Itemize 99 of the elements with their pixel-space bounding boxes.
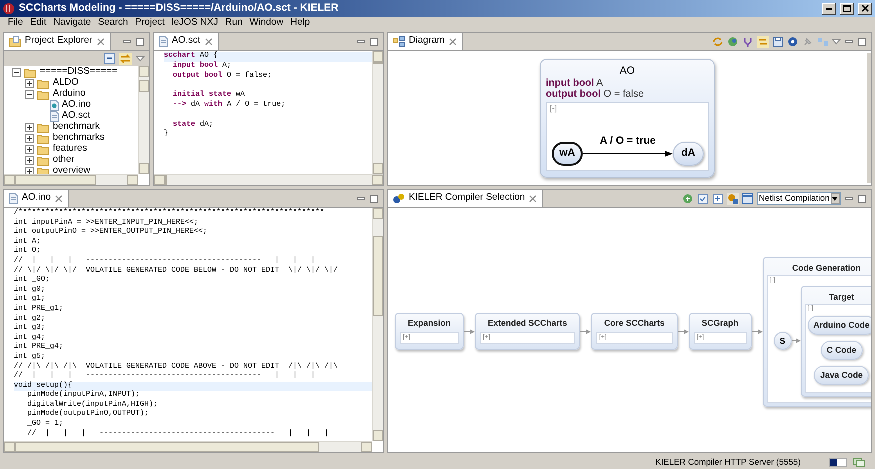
arrow xyxy=(752,328,763,334)
collapse-all-icon[interactable] xyxy=(104,53,115,64)
arrow xyxy=(678,328,689,334)
stage-title: Core SCCharts xyxy=(603,318,666,329)
close-icon[interactable] xyxy=(55,194,64,202)
menu-item[interactable]: Edit xyxy=(30,16,47,31)
vertical-scrollbar[interactable] xyxy=(867,53,871,183)
tab-label: Diagram xyxy=(409,34,445,48)
stage-title: SCGraph xyxy=(700,318,740,329)
collapse-toggle[interactable]: [-] xyxy=(550,104,558,114)
tab-label: Project Explorer xyxy=(25,34,93,48)
view-tab[interactable]: Diagram xyxy=(388,33,463,50)
dropdown-arrow-icon xyxy=(832,196,838,200)
window-title: SCCharts Modeling - =====DISS=====/Arduino/AO.sct - KIELER xyxy=(19,0,340,16)
menu-item[interactable]: Project xyxy=(135,16,165,31)
collapse-icon[interactable] xyxy=(25,90,34,99)
close-icon[interactable] xyxy=(96,38,105,46)
horizontal-scrollbar[interactable] xyxy=(4,441,372,452)
vertical-scrollbar[interactable] xyxy=(138,66,149,174)
maximize-icon[interactable] xyxy=(369,36,379,46)
folder-icon xyxy=(37,134,50,144)
window-icon[interactable] xyxy=(742,192,754,204)
stage-title: Expansion xyxy=(407,318,452,329)
horizontal-scrollbar[interactable] xyxy=(4,174,138,185)
declaration: output bool O = false xyxy=(546,89,646,100)
fork-icon[interactable] xyxy=(742,36,754,48)
expand-icon[interactable] xyxy=(25,145,34,154)
tab-label: AO.sct xyxy=(172,34,201,48)
menu-item[interactable]: leJOS NXJ xyxy=(172,16,218,31)
minimize-window-icon xyxy=(826,8,832,10)
vertical-scrollbar[interactable] xyxy=(372,51,383,174)
chart-name: AO xyxy=(618,64,636,78)
target-option[interactable]: Java Code xyxy=(814,366,870,384)
maximize-window-icon xyxy=(843,5,851,12)
globe-plus-icon[interactable] xyxy=(682,192,694,204)
close-icon[interactable] xyxy=(529,194,538,202)
view-menu-icon[interactable] xyxy=(136,56,145,62)
explorer-icon xyxy=(9,36,21,47)
menu-item[interactable]: Run xyxy=(225,16,243,31)
file-icon xyxy=(50,111,59,122)
declaration: input bool A xyxy=(546,78,604,89)
group-title: Code Generation xyxy=(791,262,862,274)
file-icon xyxy=(9,193,18,204)
expand-icon[interactable] xyxy=(25,156,34,165)
check-page-icon[interactable] xyxy=(697,192,709,204)
maximize-icon[interactable] xyxy=(857,36,867,46)
expand-icon[interactable] xyxy=(25,123,34,132)
arrow xyxy=(792,338,801,344)
folder-icon xyxy=(37,144,50,154)
gears-icon xyxy=(393,192,405,204)
tab-label: KIELER Compiler Selection xyxy=(409,191,526,206)
folder-icon xyxy=(37,78,50,88)
menu-item[interactable]: Search xyxy=(98,16,128,31)
menu-item[interactable]: File xyxy=(8,16,24,31)
arrow xyxy=(580,328,592,334)
status-text: KIELER Compiler HTTP Server (5555) xyxy=(656,456,801,468)
target-option[interactable]: C Code xyxy=(820,340,863,360)
app-icon xyxy=(3,2,15,14)
menu-item[interactable]: Help xyxy=(290,16,310,31)
close-icon[interactable] xyxy=(448,38,457,46)
close-window-button[interactable] xyxy=(858,2,872,14)
progress-indicator xyxy=(829,458,847,466)
group-title: Target xyxy=(828,290,856,304)
folder-icon xyxy=(37,156,50,166)
save-icon[interactable] xyxy=(772,36,784,48)
menu-item[interactable]: Window xyxy=(250,16,284,31)
folder-icon xyxy=(37,122,50,132)
close-icon[interactable] xyxy=(204,38,213,46)
diagram-icon xyxy=(393,36,405,47)
target-option[interactable]: Arduino Code xyxy=(808,316,871,334)
arrow xyxy=(464,328,475,334)
file-icon xyxy=(50,100,59,111)
expand-icon[interactable] xyxy=(25,134,34,143)
expand-icon[interactable] xyxy=(25,79,34,88)
transition-label: A / O = true xyxy=(600,135,656,147)
view-tab[interactable]: AO.ino xyxy=(4,190,70,207)
state-node: dA xyxy=(673,142,704,166)
view-tab[interactable]: KIELER Compiler Selection xyxy=(388,190,544,207)
state-node: wA xyxy=(552,142,583,166)
collapse-icon[interactable] xyxy=(12,68,21,77)
menu-item[interactable]: Navigate xyxy=(54,16,92,31)
folder-icon xyxy=(37,90,50,100)
minimize-window-button[interactable] xyxy=(822,2,836,14)
maximize-icon[interactable] xyxy=(857,194,867,204)
horizontal-scrollbar[interactable] xyxy=(154,174,383,185)
expand-all-icon[interactable] xyxy=(712,192,724,204)
start-node: S xyxy=(774,332,792,350)
maximize-icon[interactable] xyxy=(135,36,145,46)
view-menu-icon[interactable] xyxy=(832,38,841,44)
maximize-window-button[interactable] xyxy=(840,2,854,14)
maximize-icon[interactable] xyxy=(369,194,379,204)
expand-icon[interactable] xyxy=(25,167,34,174)
view-tab[interactable]: AO.sct xyxy=(154,33,219,50)
tab-label: AO.ino xyxy=(22,191,52,206)
stage-title: Extended SCCharts xyxy=(486,318,568,329)
vertical-scrollbar[interactable] xyxy=(372,208,383,441)
file-icon xyxy=(159,36,168,47)
view-tab[interactable]: Project Explorer xyxy=(4,33,111,50)
close-window-icon xyxy=(862,5,868,12)
